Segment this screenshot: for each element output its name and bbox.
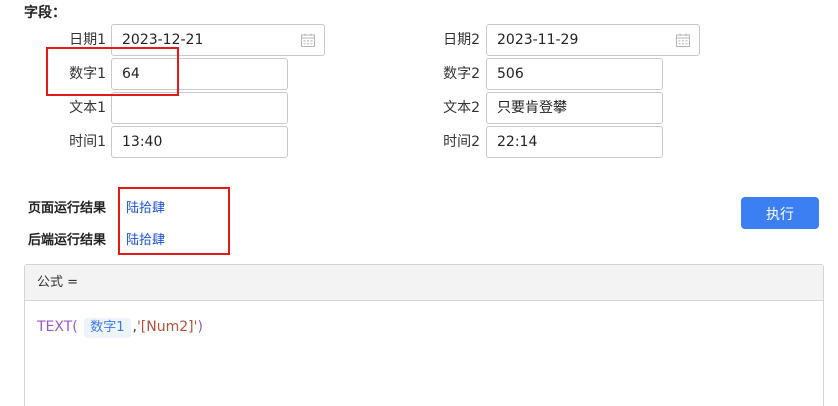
calendar-icon[interactable] [675,32,691,48]
num2-label: 数字2 [443,66,480,82]
date2-label: 日期2 [443,32,480,48]
formula-open-paren: ( [72,319,78,335]
text2-value: 只要肯登攀 [497,100,567,116]
formula-string-argument: '[Num2]' [136,319,198,335]
num1-value: 64 [122,66,140,82]
calendar-icon[interactable] [300,32,316,48]
date2-value: 2023-11-29 [497,32,579,48]
formula-function-name: TEXT [37,319,73,335]
formula-header: 公式 = [25,265,823,301]
backend-result-label: 后端运行结果 [28,233,107,248]
page-result-value: 陆拾肆 [126,201,166,216]
backend-result-value: 陆拾肆 [126,233,166,248]
formula-panel: 公式 = TEXT( 数字1 ,'[Num2]') [24,264,824,406]
execute-button[interactable]: 执行 [741,197,819,229]
time2-label: 时间2 [443,134,480,150]
text2-field[interactable]: 只要肯登攀 [486,92,663,124]
date2-field[interactable]: 2023-11-29 [486,24,700,56]
text2-label: 文本2 [443,100,480,116]
time1-field[interactable]: 13:40 [111,126,288,158]
text1-field[interactable] [111,92,288,124]
time2-value: 22:14 [497,134,538,150]
time2-field[interactable]: 22:14 [486,126,663,158]
num1-field[interactable]: 64 [111,58,288,90]
time1-label: 时间1 [69,134,106,150]
fields-section-title: 字段： [24,5,66,21]
page-result-label: 页面运行结果 [28,201,107,216]
formula-field-chip[interactable]: 数字1 [84,318,131,338]
date1-label: 日期1 [69,32,106,48]
num1-label: 数字1 [69,66,106,82]
formula-test-page: 字段： 日期1 2023-12-21 日期2 2023-11-29 数字1 64… [0,0,838,406]
time1-value: 13:40 [122,134,163,150]
formula-editor[interactable]: TEXT( 数字1 ,'[Num2]') [25,301,823,353]
formula-close-paren: ) [197,319,203,335]
date1-field[interactable]: 2023-12-21 [111,24,325,56]
date1-value: 2023-12-21 [122,32,204,48]
num2-field[interactable]: 506 [486,58,663,90]
text1-label: 文本1 [69,100,106,116]
num2-value: 506 [497,66,524,82]
